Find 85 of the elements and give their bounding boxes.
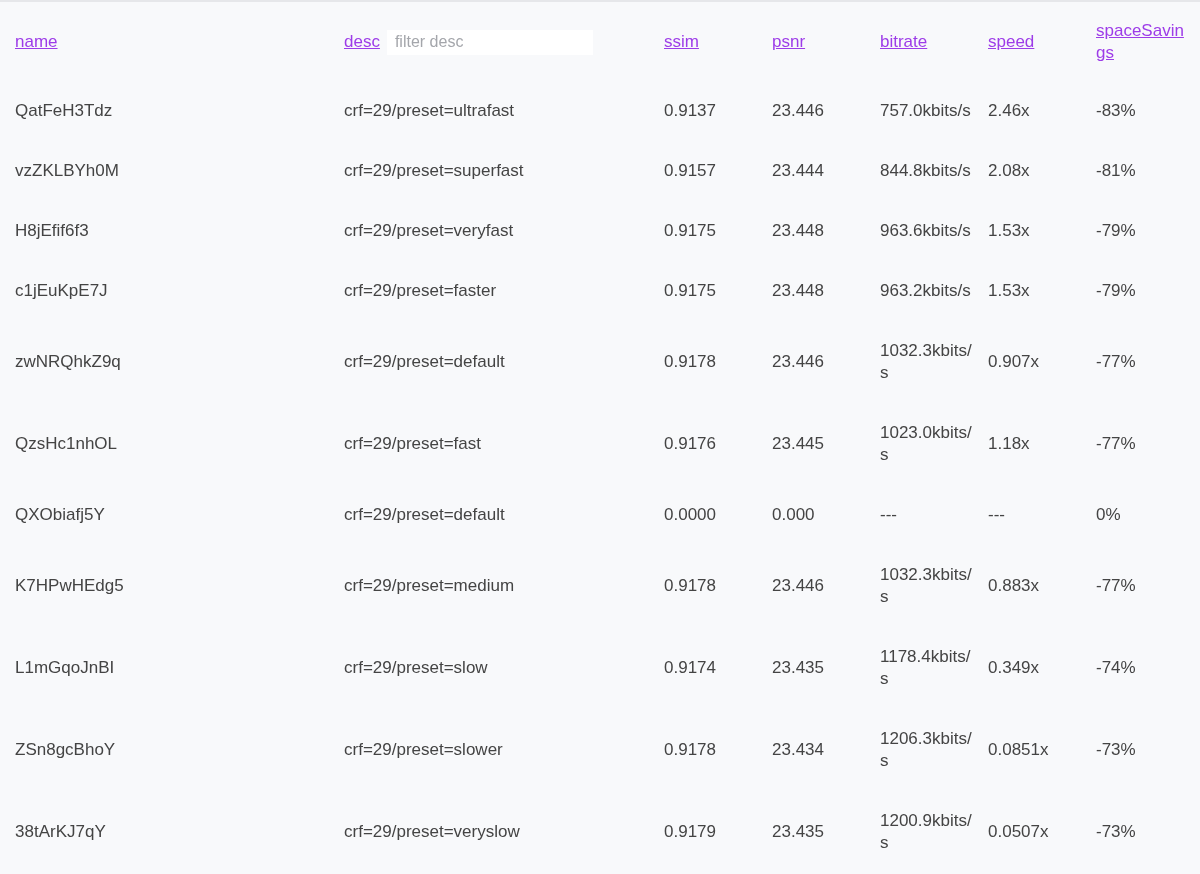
table-cell: -77% <box>1096 576 1136 595</box>
table-cell: 23.446 <box>772 352 824 371</box>
column-header-link[interactable]: desc <box>344 31 380 53</box>
table-cell: 0% <box>1096 505 1121 524</box>
table-cell: vzZKLBYh0M <box>15 161 119 180</box>
table-cell: 1206.3kbits/s <box>880 729 972 770</box>
table-cell: 0.9137 <box>664 101 716 120</box>
table-cell: crf=29/preset=ultrafast <box>344 101 515 120</box>
table-cell: 844.8kbits/s <box>880 161 971 180</box>
table-cell: 1.53x <box>988 281 1030 300</box>
table-cell: 23.445 <box>772 434 824 453</box>
table-cell: QatFeH3Tdz <box>15 101 113 120</box>
table-cell: 757.0kbits/s <box>880 101 971 120</box>
table-cell: 963.6kbits/s <box>880 221 971 240</box>
table-cell: 2.46x <box>988 101 1030 120</box>
table-cell: 23.448 <box>772 281 824 300</box>
table-cell: 1178.4kbits/s <box>880 647 971 688</box>
table-cell: 0.000 <box>772 505 815 524</box>
table-cell: L1mGqoJnBI <box>15 658 115 677</box>
table-cell: crf=29/preset=default <box>344 505 505 524</box>
table-cell: -77% <box>1096 352 1136 371</box>
table-cell: 23.444 <box>772 161 824 180</box>
table-cell: -77% <box>1096 434 1136 453</box>
table-cell: -79% <box>1096 221 1136 240</box>
table-cell: 23.435 <box>772 658 824 677</box>
table-cell: 0.0000 <box>664 505 716 524</box>
column-header-link[interactable]: name <box>15 32 58 51</box>
table-cell: crf=29/preset=default <box>344 352 505 371</box>
table-cell: -83% <box>1096 101 1136 120</box>
column-header-link[interactable]: bitrate <box>880 32 928 51</box>
table-cell: 1.18x <box>988 434 1030 453</box>
table-cell: 0.349x <box>988 658 1040 677</box>
table-cell: crf=29/preset=fast <box>344 434 482 453</box>
table-cell: 0.9157 <box>664 161 716 180</box>
table-cell: 0.9178 <box>664 740 716 759</box>
table-cell: ZSn8gcBhoY <box>15 740 116 759</box>
table-cell: 23.448 <box>772 221 824 240</box>
table-cell: c1jEuKpE7J <box>15 281 108 300</box>
table-cell: 0.9176 <box>664 434 716 453</box>
table-cell: -79% <box>1096 281 1136 300</box>
table-cell: 0.907x <box>988 352 1040 371</box>
table-cell: 23.446 <box>772 576 824 595</box>
column-header-link[interactable]: speed <box>988 32 1035 51</box>
column-header-link[interactable]: spaceSavings <box>1096 20 1190 64</box>
table-cell: crf=29/preset=veryslow <box>344 822 520 841</box>
table-cell: 963.2kbits/s <box>880 281 971 300</box>
table-cell: 2.08x <box>988 161 1030 180</box>
table-cell: 0.9178 <box>664 352 716 371</box>
table-cell: crf=29/preset=medium <box>344 576 515 595</box>
table-cell: crf=29/preset=slower <box>344 740 503 759</box>
table-cell: 1200.9kbits/s <box>880 811 972 852</box>
table-cell: 0.9175 <box>664 221 716 240</box>
table-cell: K7HPwHEdg5 <box>15 576 124 595</box>
table-cell: -73% <box>1096 740 1136 759</box>
table-cell: -74% <box>1096 658 1136 677</box>
table-cell: 0.0851x <box>988 740 1049 759</box>
table-cell: 1032.3kbits/s <box>880 565 972 606</box>
table-cell: --- <box>988 505 1005 524</box>
table-cell: H8jEfif6f3 <box>15 221 89 240</box>
table-cell: 38tArKJ7qY <box>15 822 106 841</box>
table-cell: crf=29/preset=faster <box>344 281 497 300</box>
table-cell: 23.446 <box>772 101 824 120</box>
table-cell: QzsHc1nhOL <box>15 434 118 453</box>
table-cell: 23.435 <box>772 822 824 841</box>
table-cell: 0.9179 <box>664 822 716 841</box>
table-cell: -73% <box>1096 822 1136 841</box>
table-cell: --- <box>880 505 897 524</box>
table-cell: crf=29/preset=veryfast <box>344 221 514 240</box>
table-cell: zwNRQhkZ9q <box>15 352 121 371</box>
table-cell: 0.883x <box>988 576 1040 595</box>
column-header-link[interactable]: ssim <box>664 32 699 51</box>
column-header-link[interactable]: psnr <box>772 32 806 51</box>
table-cell: 0.9175 <box>664 281 716 300</box>
table-cell: crf=29/preset=slow <box>344 658 488 677</box>
table-cell: 23.434 <box>772 740 824 759</box>
table-cell: 0.9178 <box>664 576 716 595</box>
table-cell: crf=29/preset=superfast <box>344 161 524 180</box>
table-cell: -81% <box>1096 161 1136 180</box>
filter-field[interactable]: filter desc <box>386 29 593 55</box>
table-cell: 1032.3kbits/s <box>880 341 972 382</box>
table-cell: 0.0507x <box>988 822 1049 841</box>
table-cell: 0.9174 <box>664 658 716 677</box>
table-cell: QXObiafj5Y <box>15 505 105 524</box>
table-cell: 1.53x <box>988 221 1030 240</box>
table-cell: 1023.0kbits/s <box>880 423 972 464</box>
